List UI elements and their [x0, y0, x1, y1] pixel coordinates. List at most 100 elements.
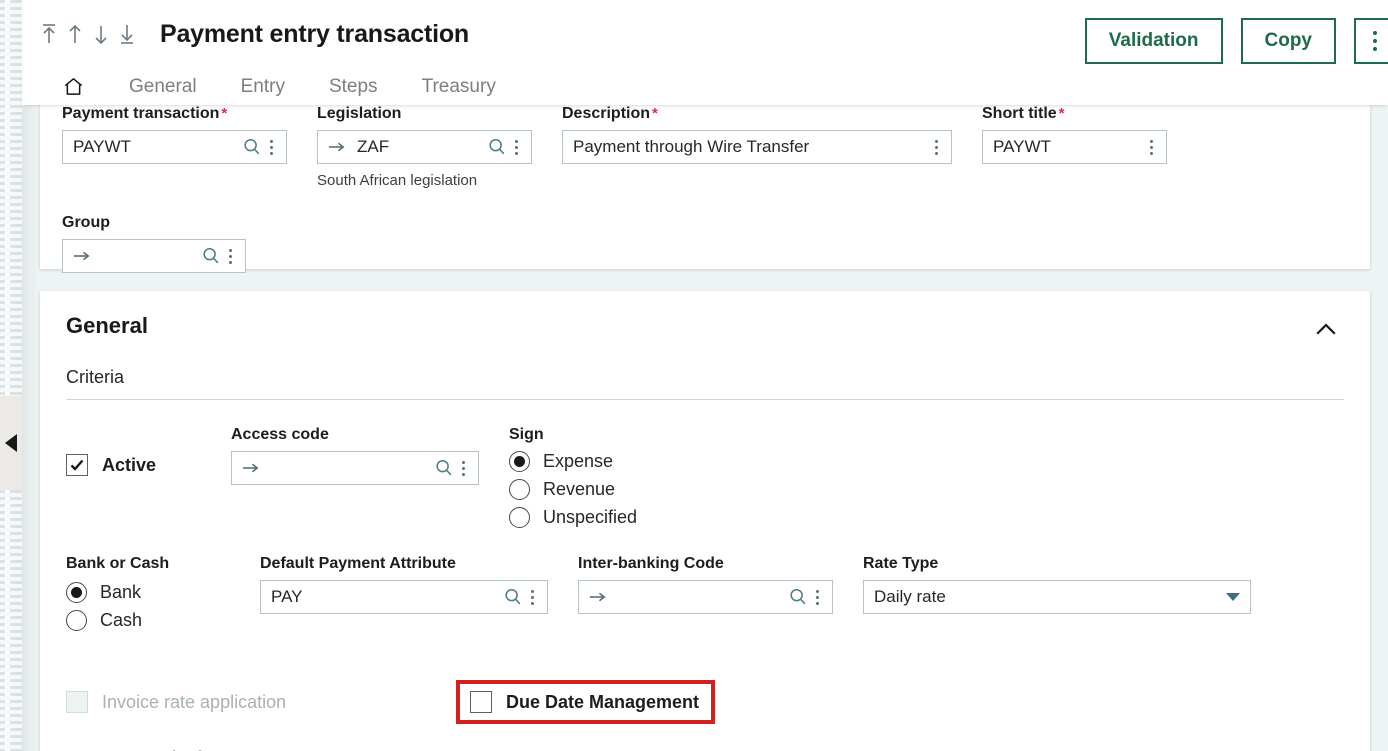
- due-date-management-label: Due Date Management: [506, 691, 700, 712]
- validation-button[interactable]: Validation: [1084, 18, 1223, 64]
- page-header: Payment entry transaction Validation Cop…: [22, 0, 1388, 68]
- bank-or-cash-label: Bank or Cash: [66, 555, 170, 572]
- copy-button[interactable]: Copy: [1240, 18, 1336, 64]
- checkbox-box: [66, 454, 88, 476]
- search-icon[interactable]: [201, 246, 221, 266]
- sign-option-unspecified[interactable]: Unspecified: [509, 507, 637, 528]
- collapse-panel-handle[interactable]: [0, 396, 22, 490]
- sign-option-expense-label: Expense: [543, 451, 614, 471]
- identification-card: Payment transaction * PAYWT Legislation …: [40, 105, 1370, 273]
- rate-type-label: Rate Type: [863, 555, 939, 572]
- invoice-rate-application-checkbox[interactable]: Invoice rate application: [66, 691, 456, 713]
- payment-transaction-value: PAYWT: [73, 137, 131, 156]
- page-title: Payment entry transaction: [160, 19, 469, 48]
- inter-banking-code-label: Inter-banking Code: [578, 555, 724, 572]
- rate-type-select[interactable]: Daily rate: [863, 580, 1251, 614]
- tab-home[interactable]: [62, 75, 85, 98]
- go-to-icon[interactable]: [589, 590, 608, 604]
- previous-record-icon[interactable]: [64, 21, 86, 47]
- field-menu-icon[interactable]: [221, 248, 239, 264]
- rate-type-value: Daily rate: [874, 587, 946, 606]
- chevron-down-icon: [1226, 593, 1240, 601]
- field-menu-icon[interactable]: [262, 139, 280, 155]
- payment-transaction-field[interactable]: PAYWT: [62, 130, 287, 164]
- access-code-field[interactable]: [231, 451, 479, 485]
- payment-transaction-label: Payment transaction *: [62, 105, 228, 122]
- field-menu-icon[interactable]: [454, 460, 472, 476]
- bank-or-cash-option-bank[interactable]: Bank: [66, 582, 260, 603]
- sign-option-unspecified-label: Unspecified: [543, 507, 638, 527]
- legislation-value: ZAF: [357, 137, 390, 156]
- sign-option-expense[interactable]: Expense: [509, 451, 637, 472]
- criteria-group-label: Criteria: [66, 367, 125, 387]
- legislation-field[interactable]: ZAF: [317, 130, 532, 164]
- field-menu-icon[interactable]: [927, 139, 945, 155]
- general-section-card: General Criteria Active Access code Sign…: [40, 291, 1370, 751]
- next-record-icon[interactable]: [90, 21, 112, 47]
- sign-option-revenue[interactable]: Revenue: [509, 479, 637, 500]
- legislation-description: South African legislation: [317, 172, 478, 189]
- field-menu-icon[interactable]: [523, 589, 541, 605]
- sign-radio-group: Sign Expense Revenue Unspecified: [509, 426, 637, 535]
- tab-treasury[interactable]: Treasury: [400, 76, 518, 98]
- field-menu-icon[interactable]: [1142, 139, 1160, 155]
- go-to-icon[interactable]: [328, 140, 347, 154]
- go-to-icon[interactable]: [242, 461, 261, 475]
- application-window: Payment entry transaction Validation Cop…: [0, 0, 1388, 751]
- search-icon[interactable]: [242, 137, 262, 157]
- tab-general[interactable]: General: [107, 76, 219, 98]
- search-icon[interactable]: [503, 587, 523, 607]
- access-code-label: Access code: [231, 426, 329, 443]
- short-title-field[interactable]: PAYWT: [982, 130, 1167, 164]
- field-menu-icon[interactable]: [808, 589, 826, 605]
- bank-or-cash-option-cash[interactable]: Cash: [66, 610, 260, 631]
- description-value: Payment through Wire Transfer: [573, 137, 810, 156]
- general-collapse-button[interactable]: [1308, 315, 1344, 348]
- invoice-rate-application-label: Invoice rate application: [102, 691, 287, 712]
- radio-box: [509, 507, 530, 528]
- radio-box: [66, 582, 87, 603]
- field-menu-icon[interactable]: [507, 139, 525, 155]
- bank-or-cash-option-cash-label: Cash: [100, 610, 143, 630]
- search-icon[interactable]: [434, 458, 454, 478]
- group-label: Group: [62, 214, 110, 231]
- search-icon[interactable]: [487, 137, 507, 157]
- default-payment-attribute-value: PAY: [271, 587, 303, 606]
- criteria-divider: [66, 399, 1344, 400]
- page-body[interactable]: Payment transaction * PAYWT Legislation …: [22, 105, 1388, 751]
- chevron-up-icon: [1316, 323, 1336, 335]
- search-icon[interactable]: [788, 587, 808, 607]
- due-date-management-highlight: Due Date Management: [456, 680, 716, 724]
- check-icon: [70, 459, 84, 471]
- go-to-icon[interactable]: [73, 249, 92, 263]
- checkbox-box: [66, 691, 88, 713]
- short-title-value: PAYWT: [993, 137, 1051, 156]
- tab-entry[interactable]: Entry: [219, 76, 307, 98]
- active-label: Active: [102, 454, 157, 475]
- home-icon: [64, 78, 83, 95]
- more-actions-button[interactable]: [1354, 18, 1388, 64]
- header-actions: Validation Copy: [1084, 18, 1388, 64]
- group-field[interactable]: [62, 239, 246, 273]
- description-field[interactable]: Payment through Wire Transfer: [562, 130, 952, 164]
- default-payment-attribute-field[interactable]: PAY: [260, 580, 548, 614]
- due-date-management-checkbox[interactable]: Due Date Management: [470, 691, 699, 713]
- inter-banking-code-field[interactable]: [578, 580, 833, 614]
- sign-label: Sign: [509, 426, 544, 443]
- tab-steps[interactable]: Steps: [307, 76, 400, 98]
- active-checkbox[interactable]: Active: [66, 454, 231, 476]
- checkbox-box: [470, 691, 492, 713]
- description-label: Description *: [562, 105, 658, 122]
- left-rail-texture: [0, 0, 22, 751]
- sign-option-revenue-label: Revenue: [543, 479, 616, 499]
- bank-or-cash-option-bank-label: Bank: [100, 582, 142, 602]
- short-title-label: Short title *: [982, 105, 1065, 122]
- legislation-label: Legislation: [317, 105, 402, 122]
- collapse-panel-arrow-icon: [4, 434, 17, 452]
- tab-bar: General Entry Steps Treasury: [22, 68, 1388, 105]
- last-record-icon[interactable]: [116, 21, 138, 47]
- radio-box: [509, 479, 530, 500]
- general-section-title: General: [66, 313, 148, 338]
- more-actions-icon: [1373, 31, 1377, 35]
- first-record-icon[interactable]: [38, 21, 60, 47]
